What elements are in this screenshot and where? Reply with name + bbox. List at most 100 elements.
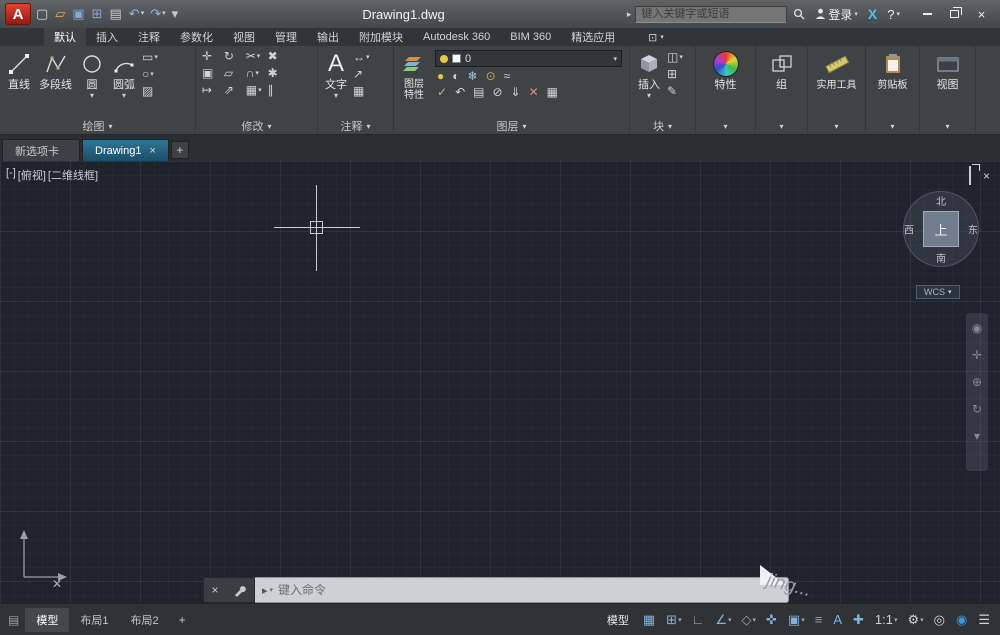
mirror-icon[interactable]: ▱ xyxy=(224,67,240,80)
layer-freeze-icon[interactable]: ❄ xyxy=(468,70,478,83)
plot-icon[interactable]: ▤ xyxy=(107,5,126,23)
layout-quick-view-icon[interactable]: ▤ xyxy=(4,613,23,627)
table-icon[interactable]: ▦ xyxy=(353,85,370,98)
rotate-icon[interactable]: ↻ xyxy=(224,50,240,63)
exchange-apps-button[interactable]: X xyxy=(864,6,881,22)
panel-caption-annotate[interactable]: 注释 ▾ xyxy=(318,118,393,134)
layer-fade-icon[interactable]: ▦ xyxy=(547,86,558,99)
ortho-icon[interactable]: ∟ xyxy=(687,612,711,627)
layer-freeze-other-icon[interactable]: ⊘ xyxy=(492,86,502,99)
isodraft-icon[interactable]: ◇ ▾ xyxy=(736,612,761,628)
panel-caption-groups[interactable]: ▾ xyxy=(756,118,807,134)
undo-icon[interactable]: ↶ ▾ xyxy=(126,5,147,23)
properties-button[interactable]: 特性 xyxy=(709,48,743,118)
save-icon[interactable]: ▣ xyxy=(69,5,88,23)
customize-icon[interactable]: ☰ xyxy=(973,612,996,628)
ribbon-tab[interactable]: 默认 xyxy=(44,28,86,46)
command-close-button[interactable]: × xyxy=(211,583,218,597)
panel-caption-utilities[interactable]: ▾ xyxy=(808,118,865,134)
layer-match-icon[interactable]: ≈ xyxy=(504,70,511,83)
ribbon-tab[interactable]: BIM 360 xyxy=(500,28,561,46)
panel-caption-block[interactable]: 块 ▾ xyxy=(630,118,695,134)
viewport-menu-control[interactable]: [-] xyxy=(6,167,16,183)
autoscale-icon[interactable]: ✚ xyxy=(848,612,870,628)
viewcube-north[interactable]: 北 xyxy=(936,193,946,208)
scale-icon[interactable]: ⇗ xyxy=(224,84,240,97)
copy-icon[interactable]: ▣ xyxy=(202,67,218,80)
panel-caption-modify[interactable]: 修改 ▾ xyxy=(196,118,317,134)
layer-properties-button[interactable]: 图层 特性 xyxy=(397,48,431,118)
ribbon-tab[interactable]: 参数化 xyxy=(170,28,223,46)
otrack-icon[interactable]: ✜ xyxy=(761,612,783,628)
sign-in-button[interactable]: 登录 ▾ xyxy=(811,6,862,23)
erase-icon[interactable]: ✖ xyxy=(268,50,284,63)
layout-tab[interactable]: 布局1 xyxy=(69,608,119,632)
pan-icon[interactable]: ✛ xyxy=(972,348,982,362)
leader-icon[interactable]: ↗ xyxy=(353,68,370,81)
arc-button[interactable]: 圆弧 ▾ xyxy=(108,48,140,118)
ribbon-tab[interactable]: 注释 xyxy=(128,28,170,46)
explode-icon[interactable]: ✱ xyxy=(268,67,284,80)
viewcube[interactable]: 北 南 西 东 上 xyxy=(903,191,979,267)
ribbon-tab[interactable]: 管理 xyxy=(265,28,307,46)
stretch-icon[interactable]: ↦ xyxy=(202,84,218,97)
visual-style-control[interactable]: [二维线框] xyxy=(48,167,98,183)
panel-caption-properties[interactable]: ▾ xyxy=(696,118,755,134)
dimension-icon[interactable]: ↔ ▾ xyxy=(353,51,370,64)
hatch-icon[interactable]: ▨ xyxy=(142,85,158,98)
layer-off-icon[interactable]: ● xyxy=(437,70,444,83)
make-current-icon[interactable]: ✓ xyxy=(437,86,447,99)
grid-icon[interactable]: ▦ xyxy=(638,612,661,628)
save-as-icon[interactable]: ⊞ xyxy=(89,5,107,23)
layer-previous-icon[interactable]: ↶ xyxy=(455,86,465,99)
ellipse-icon[interactable]: ○ ▾ xyxy=(142,68,158,81)
open-file-icon[interactable]: ▱ xyxy=(52,5,69,23)
app-menu-button[interactable]: A xyxy=(5,3,31,25)
view-tools-button[interactable]: 视图 xyxy=(931,48,965,118)
redo-icon[interactable]: ↷ ▾ xyxy=(147,5,168,23)
ribbon-tab[interactable]: 附加模块 xyxy=(349,28,413,46)
view-direction-control[interactable]: [俯视] xyxy=(18,167,46,183)
viewcube-south[interactable]: 南 xyxy=(936,250,946,265)
command-line[interactable]: ▸ ▾ xyxy=(255,577,789,603)
wcs-menu[interactable]: WCS ▾ xyxy=(916,285,960,299)
command-input[interactable] xyxy=(278,583,781,597)
restore-button[interactable] xyxy=(941,4,968,24)
polyline-button[interactable]: 多段线 xyxy=(35,48,76,118)
help-search-input[interactable] xyxy=(635,6,787,23)
command-customize-button[interactable] xyxy=(233,584,246,597)
text-button[interactable]: A 文字 ▾ xyxy=(321,48,351,118)
layout-tab[interactable]: 布局2 xyxy=(119,608,169,632)
write-block-icon[interactable]: ⊞ xyxy=(667,68,683,81)
group-button[interactable]: 组 xyxy=(766,48,798,118)
viewcube-east[interactable]: 东 xyxy=(968,222,978,237)
osnap-icon[interactable]: ▣ ▾ xyxy=(783,612,810,628)
model-space-button[interactable]: 模型 xyxy=(598,612,638,628)
rectangle-icon[interactable]: ▭ ▾ xyxy=(142,51,158,64)
hardware-acceleration-icon[interactable]: ◉ xyxy=(951,612,973,628)
layer-merge-icon[interactable]: ⇓ xyxy=(511,86,521,99)
insert-block-button[interactable]: 插入 ▾ xyxy=(633,48,665,118)
measure-button[interactable]: 实用工具 xyxy=(813,48,861,118)
viewcube-west[interactable]: 西 xyxy=(904,222,914,237)
command-prompt[interactable]: ▸ ▾ xyxy=(262,584,273,597)
panel-caption-view[interactable]: ▾ xyxy=(920,118,975,134)
circle-button[interactable]: 圆 ▾ xyxy=(76,48,108,118)
layer-select[interactable]: 0 ▾ xyxy=(435,50,622,67)
new-file-icon[interactable]: ▢ xyxy=(33,5,52,23)
new-layout-button[interactable]: + xyxy=(172,613,193,627)
new-drawing-tab-button[interactable]: + xyxy=(171,141,189,159)
ribbon-tab[interactable]: 视图 xyxy=(223,28,265,46)
qat-customize-icon[interactable]: ▾ xyxy=(169,5,183,23)
workspace-icon[interactable]: ⚙ ▾ xyxy=(902,612,928,628)
drawing-close-button[interactable]: × xyxy=(983,171,990,181)
ribbon-tab[interactable]: 精选应用 xyxy=(561,28,625,46)
trim-icon[interactable]: ✂ ▾ xyxy=(246,50,262,63)
search-button[interactable] xyxy=(789,8,809,20)
file-tab-new[interactable]: 新选项卡 xyxy=(2,139,80,161)
isolate-objects-icon[interactable]: ◎ xyxy=(929,612,951,628)
panel-caption-draw[interactable]: 绘图 ▾ xyxy=(0,118,195,134)
panel-caption-clipboard[interactable]: ▾ xyxy=(866,118,919,134)
close-icon[interactable]: × xyxy=(149,145,155,157)
annotation-visibility-icon[interactable]: A xyxy=(828,612,848,627)
